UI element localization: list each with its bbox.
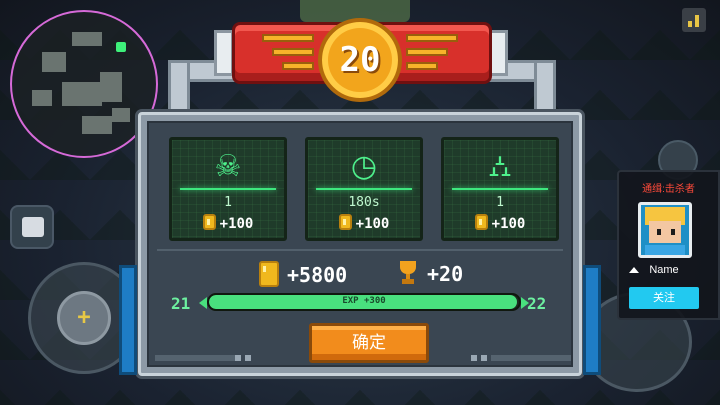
player-marker-icon [116, 42, 126, 52]
footer-decoration [245, 355, 251, 361]
footer-decoration [155, 355, 241, 361]
stat-reward: +100 [308, 214, 420, 232]
footer-decoration [491, 355, 571, 361]
experience-gain: EXP +300 [342, 296, 386, 306]
clock-icon: ◷ [350, 149, 378, 184]
next-level: 22 [527, 294, 547, 313]
minimap-room [112, 108, 130, 122]
joystick-knob[interactable]: + [57, 291, 111, 345]
stat-value: 1 [496, 195, 504, 210]
stat-card-kills: ☠ 1 +100 [169, 137, 287, 241]
experience-bar: EXP +300 [207, 293, 521, 311]
minimap-room [62, 82, 102, 106]
stat-glow-line [180, 188, 276, 190]
killer-name: Name [649, 264, 679, 276]
minimap-room [72, 32, 102, 46]
total-trophies: +20 [397, 261, 463, 286]
divider [157, 249, 563, 251]
coin-icon [474, 214, 488, 230]
wing-icon [406, 62, 438, 70]
wing-icon [272, 48, 314, 56]
skull-icon: ☠ [214, 149, 242, 184]
dialog-side-tab [119, 265, 137, 375]
dialog-body: ☠ 1 +100 ◷ 180s +100 ⛼ 1 +100 +5800 +20 … [147, 121, 573, 367]
wing-icon [406, 34, 458, 42]
dialog-side-tab [583, 265, 601, 375]
minimap-room [82, 116, 112, 134]
reward-totals: +5800 +20 [149, 259, 571, 289]
stat-value: 1 [224, 195, 232, 210]
total-coins: +5800 [259, 261, 347, 287]
tombstone-icon: ⛼ [488, 149, 512, 184]
character-menu-button[interactable] [10, 205, 54, 249]
stat-card-knockouts: ⛼ 1 +100 [441, 137, 559, 241]
coin-icon [202, 214, 216, 230]
killer-panel: 通缉:击杀者 Name 关注 [617, 170, 720, 320]
frame-pipe [168, 60, 190, 118]
stat-reward: +100 [444, 214, 556, 232]
banner-cap [214, 30, 234, 76]
wing-icon [262, 34, 314, 42]
minimap-room [100, 72, 122, 102]
stat-glow-line [316, 188, 412, 190]
current-level: 21 [171, 294, 191, 313]
trophy-icon [397, 261, 419, 285]
footer-decoration [235, 355, 241, 361]
stat-card-time: ◷ 180s +100 [305, 137, 423, 241]
signal-strength-icon [682, 8, 706, 32]
coin-icon [338, 214, 352, 230]
level-number: 20 [339, 40, 381, 80]
coin-icon [259, 261, 279, 287]
exp-arrow-left-icon [199, 297, 207, 309]
frame-pipe [534, 60, 556, 118]
minimap-room [42, 52, 66, 72]
wing-icon [282, 62, 314, 70]
stat-value: 180s [348, 195, 380, 210]
confirm-button[interactable]: 确定 [309, 323, 429, 363]
killer-panel-title: 通缉:击杀者 [642, 184, 695, 195]
level-badge: 20 [318, 18, 402, 102]
match-result-dialog: ☠ 1 +100 ◷ 180s +100 ⛼ 1 +100 +5800 +20 … [119, 112, 601, 376]
minimap[interactable] [10, 10, 158, 158]
stat-reward: +100 [172, 214, 284, 232]
minimap-room [32, 90, 52, 106]
footer-decoration [481, 355, 487, 361]
follow-button[interactable]: 关注 [629, 287, 699, 309]
killer-avatar[interactable] [638, 202, 692, 258]
wing-icon [406, 48, 448, 56]
stat-glow-line [452, 188, 548, 190]
footer-decoration [471, 355, 477, 361]
